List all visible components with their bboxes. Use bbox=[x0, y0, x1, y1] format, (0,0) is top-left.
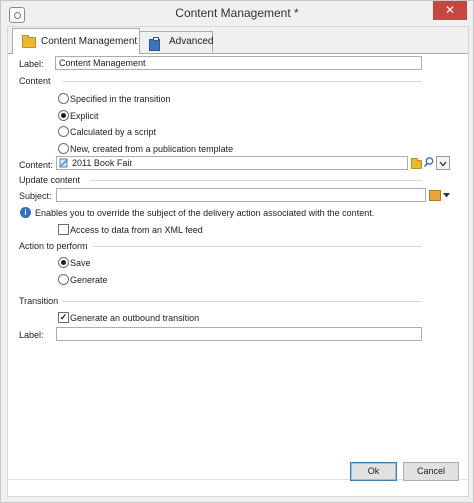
transition-separator bbox=[63, 301, 422, 302]
tab-strip: Content Management Advanced bbox=[8, 27, 468, 54]
radio-generate[interactable] bbox=[58, 274, 69, 285]
window-title: Content Management * bbox=[175, 6, 299, 20]
xml-feed-label: Access to data from an XML feed bbox=[70, 225, 203, 235]
search-icon bbox=[423, 157, 434, 168]
label-caption: Label: bbox=[19, 59, 44, 69]
transition-section-title: Transition bbox=[19, 296, 59, 306]
radio-label: Generate bbox=[70, 275, 108, 285]
tab-label: Advanced bbox=[169, 36, 214, 47]
update-content-separator bbox=[90, 180, 422, 181]
close-button[interactable]: ✕ bbox=[433, 1, 467, 20]
outbound-transition-checkbox[interactable]: ✓ bbox=[58, 312, 69, 323]
chevron-down-icon bbox=[439, 161, 447, 167]
content-separator bbox=[63, 81, 422, 82]
radio-label: Calculated by a script bbox=[70, 127, 157, 137]
subject-dropdown-button[interactable] bbox=[441, 188, 451, 202]
content-management-panel: Label: Content Management Content Specif… bbox=[8, 54, 468, 496]
radio-label: New, created from a publication template bbox=[70, 144, 234, 154]
label-input[interactable]: Content Management bbox=[55, 56, 422, 70]
xml-feed-checkbox[interactable] bbox=[58, 224, 69, 235]
subject-input[interactable] bbox=[56, 188, 426, 202]
radio-label: Explicit bbox=[70, 111, 99, 121]
cancel-button[interactable]: Cancel bbox=[403, 462, 459, 481]
radio-save[interactable] bbox=[58, 257, 69, 268]
subject-caption: Subject: bbox=[19, 191, 52, 201]
radio-label: Save bbox=[70, 258, 91, 268]
title-bar[interactable]: Content Management * ✕ bbox=[1, 1, 473, 26]
editor-icon bbox=[429, 190, 441, 201]
subject-info-text: Enables you to override the subject of t… bbox=[35, 208, 375, 218]
content-section-title: Content bbox=[19, 76, 51, 86]
action-separator bbox=[92, 246, 422, 247]
content-dropdown-button[interactable] bbox=[436, 156, 450, 170]
radio-calculated-by-script[interactable] bbox=[58, 126, 69, 137]
subject-editor-button[interactable] bbox=[428, 188, 442, 202]
radio-specified-in-transition[interactable] bbox=[58, 93, 69, 104]
action-section-title: Action to perform bbox=[19, 241, 88, 251]
folder-icon bbox=[411, 158, 422, 169]
info-icon: i bbox=[20, 207, 31, 218]
radio-explicit[interactable] bbox=[58, 110, 69, 121]
dialog-client: Content Management Advanced Label: Conte… bbox=[7, 26, 469, 497]
clipboard-icon bbox=[149, 37, 160, 51]
dialog-window: Content Management * ✕ Content Managemen… bbox=[0, 0, 474, 503]
tab-content-management[interactable]: Content Management bbox=[12, 28, 140, 54]
content-input[interactable]: 2011 Book Fair bbox=[56, 156, 408, 170]
transition-label-input[interactable] bbox=[56, 327, 422, 341]
radio-new-from-template[interactable] bbox=[58, 143, 69, 154]
tab-advanced[interactable]: Advanced bbox=[139, 31, 213, 52]
content-value: 2011 Book Fair bbox=[72, 158, 133, 168]
update-content-section-title: Update content bbox=[19, 175, 81, 185]
outbound-transition-label: Generate an outbound transition bbox=[70, 313, 200, 323]
transition-label-caption: Label: bbox=[19, 330, 44, 340]
button-bar-separator bbox=[8, 479, 468, 480]
radio-label: Specified in the transition bbox=[70, 94, 171, 104]
content-caption: Content: bbox=[19, 160, 54, 170]
tab-label: Content Management bbox=[41, 36, 138, 47]
folder-icon bbox=[22, 35, 36, 48]
caret-down-icon bbox=[442, 193, 450, 198]
document-link-icon bbox=[59, 158, 69, 168]
close-icon: ✕ bbox=[444, 3, 456, 17]
search-button[interactable] bbox=[422, 156, 436, 170]
ok-button[interactable]: Ok bbox=[350, 462, 397, 481]
open-folder-button[interactable] bbox=[409, 156, 423, 170]
